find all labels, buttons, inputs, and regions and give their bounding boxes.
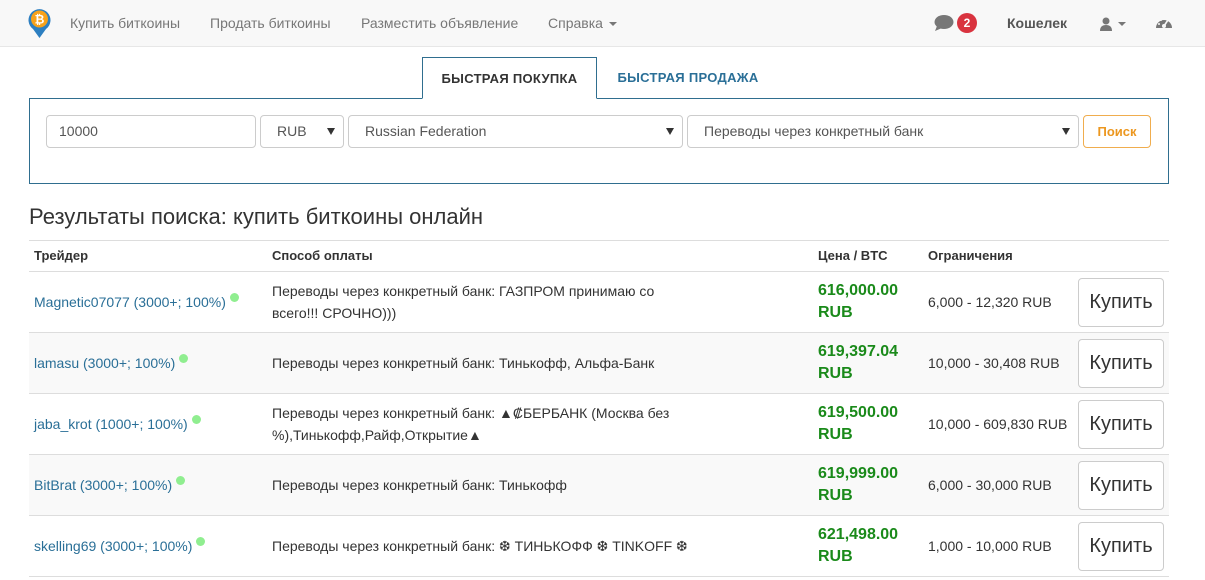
nav-wallet[interactable]: Кошелек xyxy=(1007,14,1067,32)
price-value: 621,498.00 xyxy=(818,526,899,543)
price-cell: 619,999.00 RUB xyxy=(818,455,918,515)
payment-method: Переводы через конкретный банк: ГАЗПРОМ … xyxy=(272,283,655,321)
trader-link[interactable]: skelling69 (3000+; 100%) xyxy=(34,516,206,576)
chevron-down-icon xyxy=(1118,22,1126,27)
user-menu-dropdown[interactable] xyxy=(1100,15,1126,32)
currency-select[interactable]: RUB xyxy=(260,115,344,148)
currency-select-value: RUB xyxy=(277,123,307,139)
bitcoin-logo-icon[interactable]: ₿ xyxy=(27,7,52,39)
nav-sell-bitcoins[interactable]: Продать биткоины xyxy=(210,14,331,32)
payment-method: Переводы через конкретный банк: Тинькофф xyxy=(272,477,567,493)
payment-method: Переводы через конкретный банк: ▲₡БЕРБАН… xyxy=(272,405,670,443)
tab-quick-buy[interactable]: БЫСТРАЯ ПОКУПКА xyxy=(422,57,597,99)
payment-method-select[interactable]: Переводы через конкретный банк xyxy=(687,115,1079,148)
price-value: 616,000.00 xyxy=(818,282,899,299)
trader-link[interactable]: BitBrat (3000+; 100%) xyxy=(34,455,186,515)
dashboard-icon[interactable] xyxy=(1155,14,1173,32)
messages-badge[interactable]: 2 xyxy=(957,13,977,33)
chevron-down-icon xyxy=(608,22,617,27)
table-row: BitBrat (3000+; 100%) Переводы через кон… xyxy=(29,455,1169,516)
price-value: 619,500.00 xyxy=(818,404,899,421)
trader-name: lamasu (3000+; 100%) xyxy=(34,355,176,371)
buy-button[interactable]: Купить xyxy=(1078,522,1164,571)
results-table: Трейдер Способ оплаты Цена / BTC Огранич… xyxy=(29,240,1169,577)
buy-button[interactable]: Купить xyxy=(1078,278,1164,327)
user-icon xyxy=(1100,17,1112,32)
buy-button[interactable]: Купить xyxy=(1078,400,1164,449)
tab-quick-sell[interactable]: БЫСТРАЯ ПРОДАЖА xyxy=(597,57,779,99)
price-cell: 616,000.00 RUB xyxy=(818,272,918,332)
chat-icon[interactable] xyxy=(934,14,954,32)
nav-post-ad[interactable]: Разместить объявление xyxy=(361,14,518,32)
online-status-icon xyxy=(229,292,239,302)
trader-name: skelling69 (3000+; 100%) xyxy=(34,538,193,554)
chevron-down-icon xyxy=(1062,128,1070,135)
online-status-icon xyxy=(196,536,206,546)
chevron-down-icon xyxy=(327,128,335,135)
online-status-icon xyxy=(179,353,189,363)
search-button[interactable]: Поиск xyxy=(1083,115,1151,148)
trader-link[interactable]: Magnetic07077 (3000+; 100%) xyxy=(34,272,239,332)
table-header: Трейдер Способ оплаты Цена / BTC Огранич… xyxy=(29,240,1169,272)
amount-input[interactable]: 10000 xyxy=(46,115,256,148)
trader-name: Magnetic07077 (3000+; 100%) xyxy=(34,294,226,310)
price-cell: 619,397.04 RUB xyxy=(818,333,918,393)
price-currency: RUB xyxy=(818,548,853,565)
payment-method-select-value: Переводы через конкретный банк xyxy=(704,123,924,139)
limits: 10,000 - 609,830 RUB xyxy=(928,416,1068,432)
buy-button[interactable]: Купить xyxy=(1078,461,1164,510)
price-currency: RUB xyxy=(818,304,853,321)
nav-help-label: Справка xyxy=(548,15,603,31)
results-title: Результаты поиска: купить биткоины онлай… xyxy=(29,204,484,229)
nav-help-dropdown[interactable]: Справка xyxy=(548,14,617,32)
column-header-limits: Ограничения xyxy=(928,248,1013,263)
limits: 6,000 - 30,000 RUB xyxy=(928,477,1052,493)
nav-buy-bitcoins[interactable]: Купить биткоины xyxy=(70,14,180,32)
price-cell: 619,500.00 RUB xyxy=(818,394,918,454)
table-row: lamasu (3000+; 100%) Переводы через конк… xyxy=(29,333,1169,394)
chevron-down-icon xyxy=(666,128,674,135)
price-value: 619,397.04 xyxy=(818,343,899,360)
table-row: Magnetic07077 (3000+; 100%) Переводы чер… xyxy=(29,272,1169,333)
top-navbar: ₿ Купить биткоины Продать биткоины Разме… xyxy=(0,0,1205,47)
price-currency: RUB xyxy=(818,365,853,382)
column-header-price: Цена / BTC xyxy=(818,248,888,263)
table-row: jaba_krot (1000+; 100%) Переводы через к… xyxy=(29,394,1169,455)
payment-method: Переводы через конкретный банк: Тинькофф… xyxy=(272,355,655,371)
trader-link[interactable]: lamasu (3000+; 100%) xyxy=(34,333,189,393)
table-row: skelling69 (3000+; 100%) Переводы через … xyxy=(29,516,1169,577)
column-header-payment: Способ оплаты xyxy=(272,248,373,263)
country-select-value: Russian Federation xyxy=(365,123,487,139)
limits: 10,000 - 30,408 RUB xyxy=(928,355,1060,371)
column-header-trader: Трейдер xyxy=(34,248,89,263)
price-currency: RUB xyxy=(818,426,853,443)
payment-method: Переводы через конкретный банк: ❆ ТИНЬКО… xyxy=(272,538,688,554)
online-status-icon xyxy=(176,475,186,485)
trader-link[interactable]: jaba_krot (1000+; 100%) xyxy=(34,394,201,454)
limits: 1,000 - 10,000 RUB xyxy=(928,538,1052,554)
online-status-icon xyxy=(191,414,201,424)
price-value: 619,999.00 xyxy=(818,465,899,482)
buy-button[interactable]: Купить xyxy=(1078,339,1164,388)
svg-text:₿: ₿ xyxy=(35,13,45,27)
country-select[interactable]: Russian Federation xyxy=(348,115,683,148)
trader-name: BitBrat (3000+; 100%) xyxy=(34,477,173,493)
price-currency: RUB xyxy=(818,487,853,504)
limits: 6,000 - 12,320 RUB xyxy=(928,294,1052,310)
trader-name: jaba_krot (1000+; 100%) xyxy=(34,416,188,432)
price-cell: 621,498.00 RUB xyxy=(818,516,918,576)
